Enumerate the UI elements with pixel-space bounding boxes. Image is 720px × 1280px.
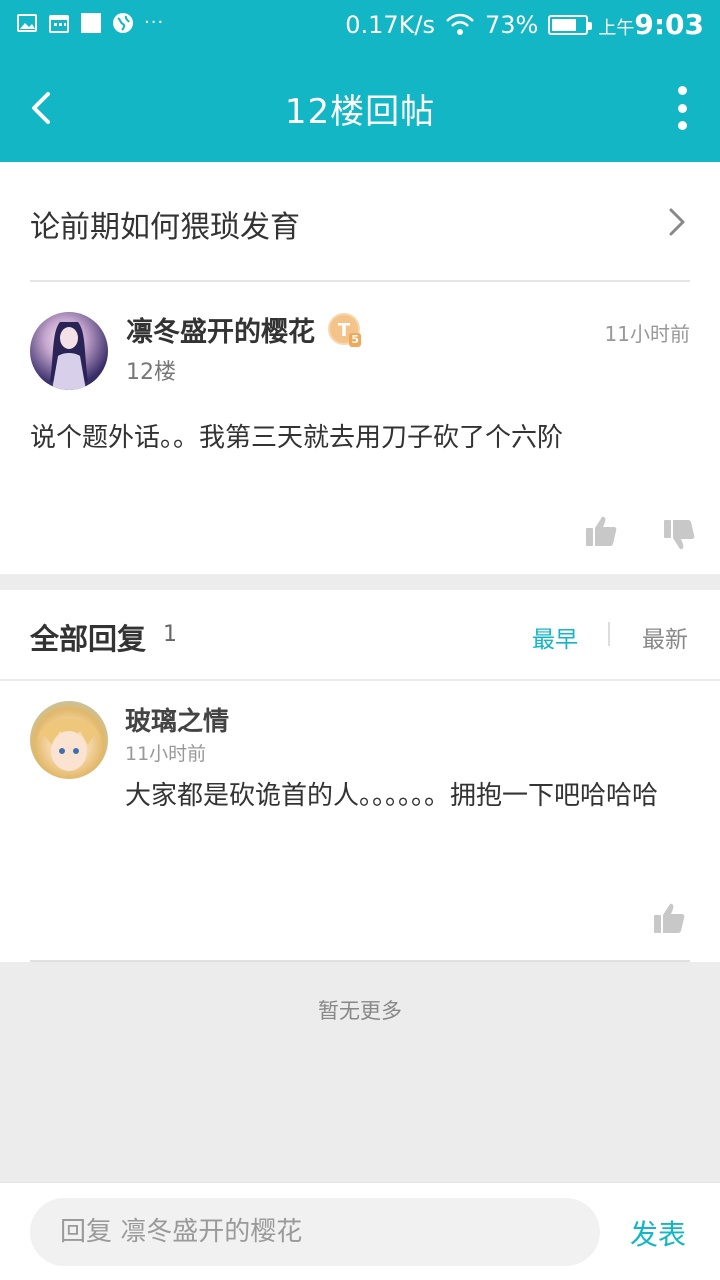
replies-title: 全部回复 (30, 622, 147, 656)
calendar-icon (48, 12, 70, 34)
time-prefix: 上午 (598, 18, 635, 39)
reply-avatar[interactable] (30, 701, 108, 779)
square-icon (80, 12, 102, 34)
thumbs-up-icon[interactable] (584, 514, 618, 548)
clock: 9:03 (634, 8, 704, 41)
chevron-right-icon (666, 207, 688, 237)
status-left-icons: ··· (16, 12, 164, 34)
reply-item: 玻璃之情 11小时前 大家都是砍诡首的人。。。。。。拥抱一下吧哈哈哈 (0, 681, 720, 962)
topic-title: 论前期如何猥琐发育 (30, 210, 300, 245)
author-name[interactable]: 凛冬盛开的樱花 (126, 310, 315, 349)
sort-earliest-tab[interactable]: 最早 (532, 620, 578, 654)
page-title: 12楼回帖 (284, 92, 436, 132)
level-badge: T5 (328, 313, 361, 347)
reply-author[interactable]: 玻璃之情 (125, 701, 229, 738)
reply-input[interactable] (30, 1198, 600, 1266)
floor-number: 12楼 (126, 360, 176, 385)
sort-separator (608, 622, 610, 646)
post-time: 11小时前 (604, 322, 690, 346)
status-right: 0.17K/s 73% 上午9:03 (345, 8, 704, 41)
network-speed: 0.17K/s (345, 10, 435, 39)
send-button[interactable]: 发表 (630, 1213, 686, 1253)
more-options-icon[interactable] (674, 86, 690, 130)
post-content: 说个题外话。。我第三天就去用刀子砍了个六阶 (30, 423, 564, 453)
wifi-icon (445, 13, 475, 37)
image-icon (16, 12, 38, 34)
thumbs-up-icon[interactable] (652, 901, 686, 935)
reply-time: 11小时前 (125, 743, 207, 765)
reply-content: 大家都是砍诡首的人。。。。。。拥抱一下吧哈哈哈 (125, 781, 659, 811)
divider (30, 960, 690, 962)
replies-count: 1 (163, 622, 177, 647)
battery-percent: 73% (485, 10, 539, 39)
topic-link[interactable]: 论前期如何猥琐发育 (0, 162, 720, 282)
replies-header: 全部回复 1 最早 最新 (0, 590, 720, 680)
status-more-dots: ··· (144, 12, 165, 33)
nav-bar: 12楼回帖 (0, 50, 720, 162)
post-card: 凛冬盛开的樱花 T5 12楼 11小时前 说个题外话。。我第三天就去用刀子砍了个… (0, 282, 720, 574)
battery-icon (548, 14, 593, 35)
no-more-label: 暂无更多 (318, 999, 402, 1023)
status-bar: ··· 0.17K/s 73% 上午9:03 (0, 0, 720, 50)
thumbs-down-icon[interactable] (662, 518, 696, 552)
globe-icon (112, 12, 134, 34)
author-avatar[interactable] (30, 312, 108, 390)
sort-newest-tab[interactable]: 最新 (642, 620, 688, 654)
reply-bar: 发表 (0, 1182, 720, 1280)
